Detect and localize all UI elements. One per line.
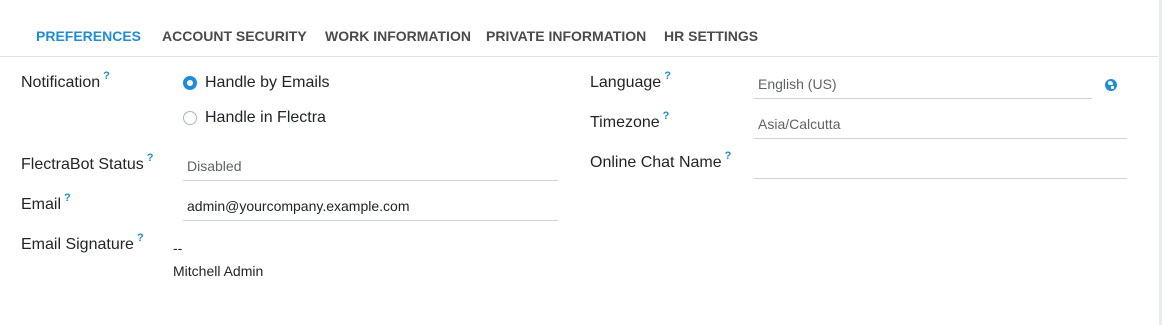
tab-work-information[interactable]: WORK INFORMATION bbox=[325, 28, 471, 48]
radio-checked-icon[interactable] bbox=[183, 76, 197, 90]
chat-name-label: Online Chat Name? bbox=[590, 150, 731, 172]
language-help-icon[interactable]: ? bbox=[664, 70, 671, 82]
signature-line-2[interactable]: Mitchell Admin bbox=[173, 263, 263, 279]
chat-name-help-icon[interactable]: ? bbox=[725, 150, 732, 162]
radio-handle-in-flectra-label[interactable]: Handle in Flectra bbox=[205, 109, 326, 127]
timezone-select[interactable]: Asia/Calcutta bbox=[754, 113, 1127, 139]
notification-label: Notification? bbox=[21, 70, 110, 92]
bot-status-field[interactable]: Disabled bbox=[183, 155, 558, 181]
radio-unchecked-icon[interactable] bbox=[183, 111, 197, 125]
email-help-icon[interactable]: ? bbox=[64, 192, 71, 204]
email-label-text: Email bbox=[21, 196, 62, 213]
globe-icon[interactable] bbox=[1105, 79, 1117, 91]
language-select[interactable]: English (US) bbox=[754, 73, 1092, 99]
notification-help-icon[interactable]: ? bbox=[103, 70, 110, 82]
timezone-help-icon[interactable]: ? bbox=[663, 110, 670, 122]
signature-label-text: Email Signature bbox=[21, 236, 134, 253]
chat-name-label-text: Online Chat Name bbox=[590, 154, 722, 171]
language-label-text: Language bbox=[590, 74, 662, 91]
bot-status-label: FlectraBot Status? bbox=[21, 152, 153, 174]
tab-private-information[interactable]: PRIVATE INFORMATION bbox=[486, 28, 646, 48]
signature-line-1[interactable]: -- bbox=[173, 240, 182, 256]
email-label: Email? bbox=[21, 192, 71, 214]
form-tab-bar: PREFERENCES ACCOUNT SECURITY WORK INFORM… bbox=[0, 0, 1158, 57]
radio-handle-by-emails[interactable]: Handle by Emails bbox=[183, 74, 330, 92]
radio-handle-by-emails-label[interactable]: Handle by Emails bbox=[205, 74, 330, 92]
tab-hr-settings[interactable]: HR SETTINGS bbox=[664, 28, 758, 48]
signature-label: Email Signature? bbox=[21, 232, 144, 254]
notification-label-text: Notification bbox=[21, 74, 101, 91]
tab-account-security[interactable]: ACCOUNT SECURITY bbox=[162, 28, 307, 48]
tab-preferences[interactable]: PREFERENCES bbox=[36, 28, 141, 48]
signature-help-icon[interactable]: ? bbox=[137, 232, 144, 244]
bot-status-label-text: FlectraBot Status bbox=[21, 156, 144, 173]
timezone-label-text: Timezone bbox=[590, 114, 660, 131]
radio-handle-in-flectra[interactable]: Handle in Flectra bbox=[183, 109, 326, 127]
email-field[interactable]: admin@yourcompany.example.com bbox=[183, 195, 558, 221]
bot-status-help-icon[interactable]: ? bbox=[147, 152, 154, 164]
chat-name-input[interactable] bbox=[754, 153, 1127, 179]
language-label: Language? bbox=[590, 70, 671, 92]
timezone-label: Timezone? bbox=[590, 110, 669, 132]
